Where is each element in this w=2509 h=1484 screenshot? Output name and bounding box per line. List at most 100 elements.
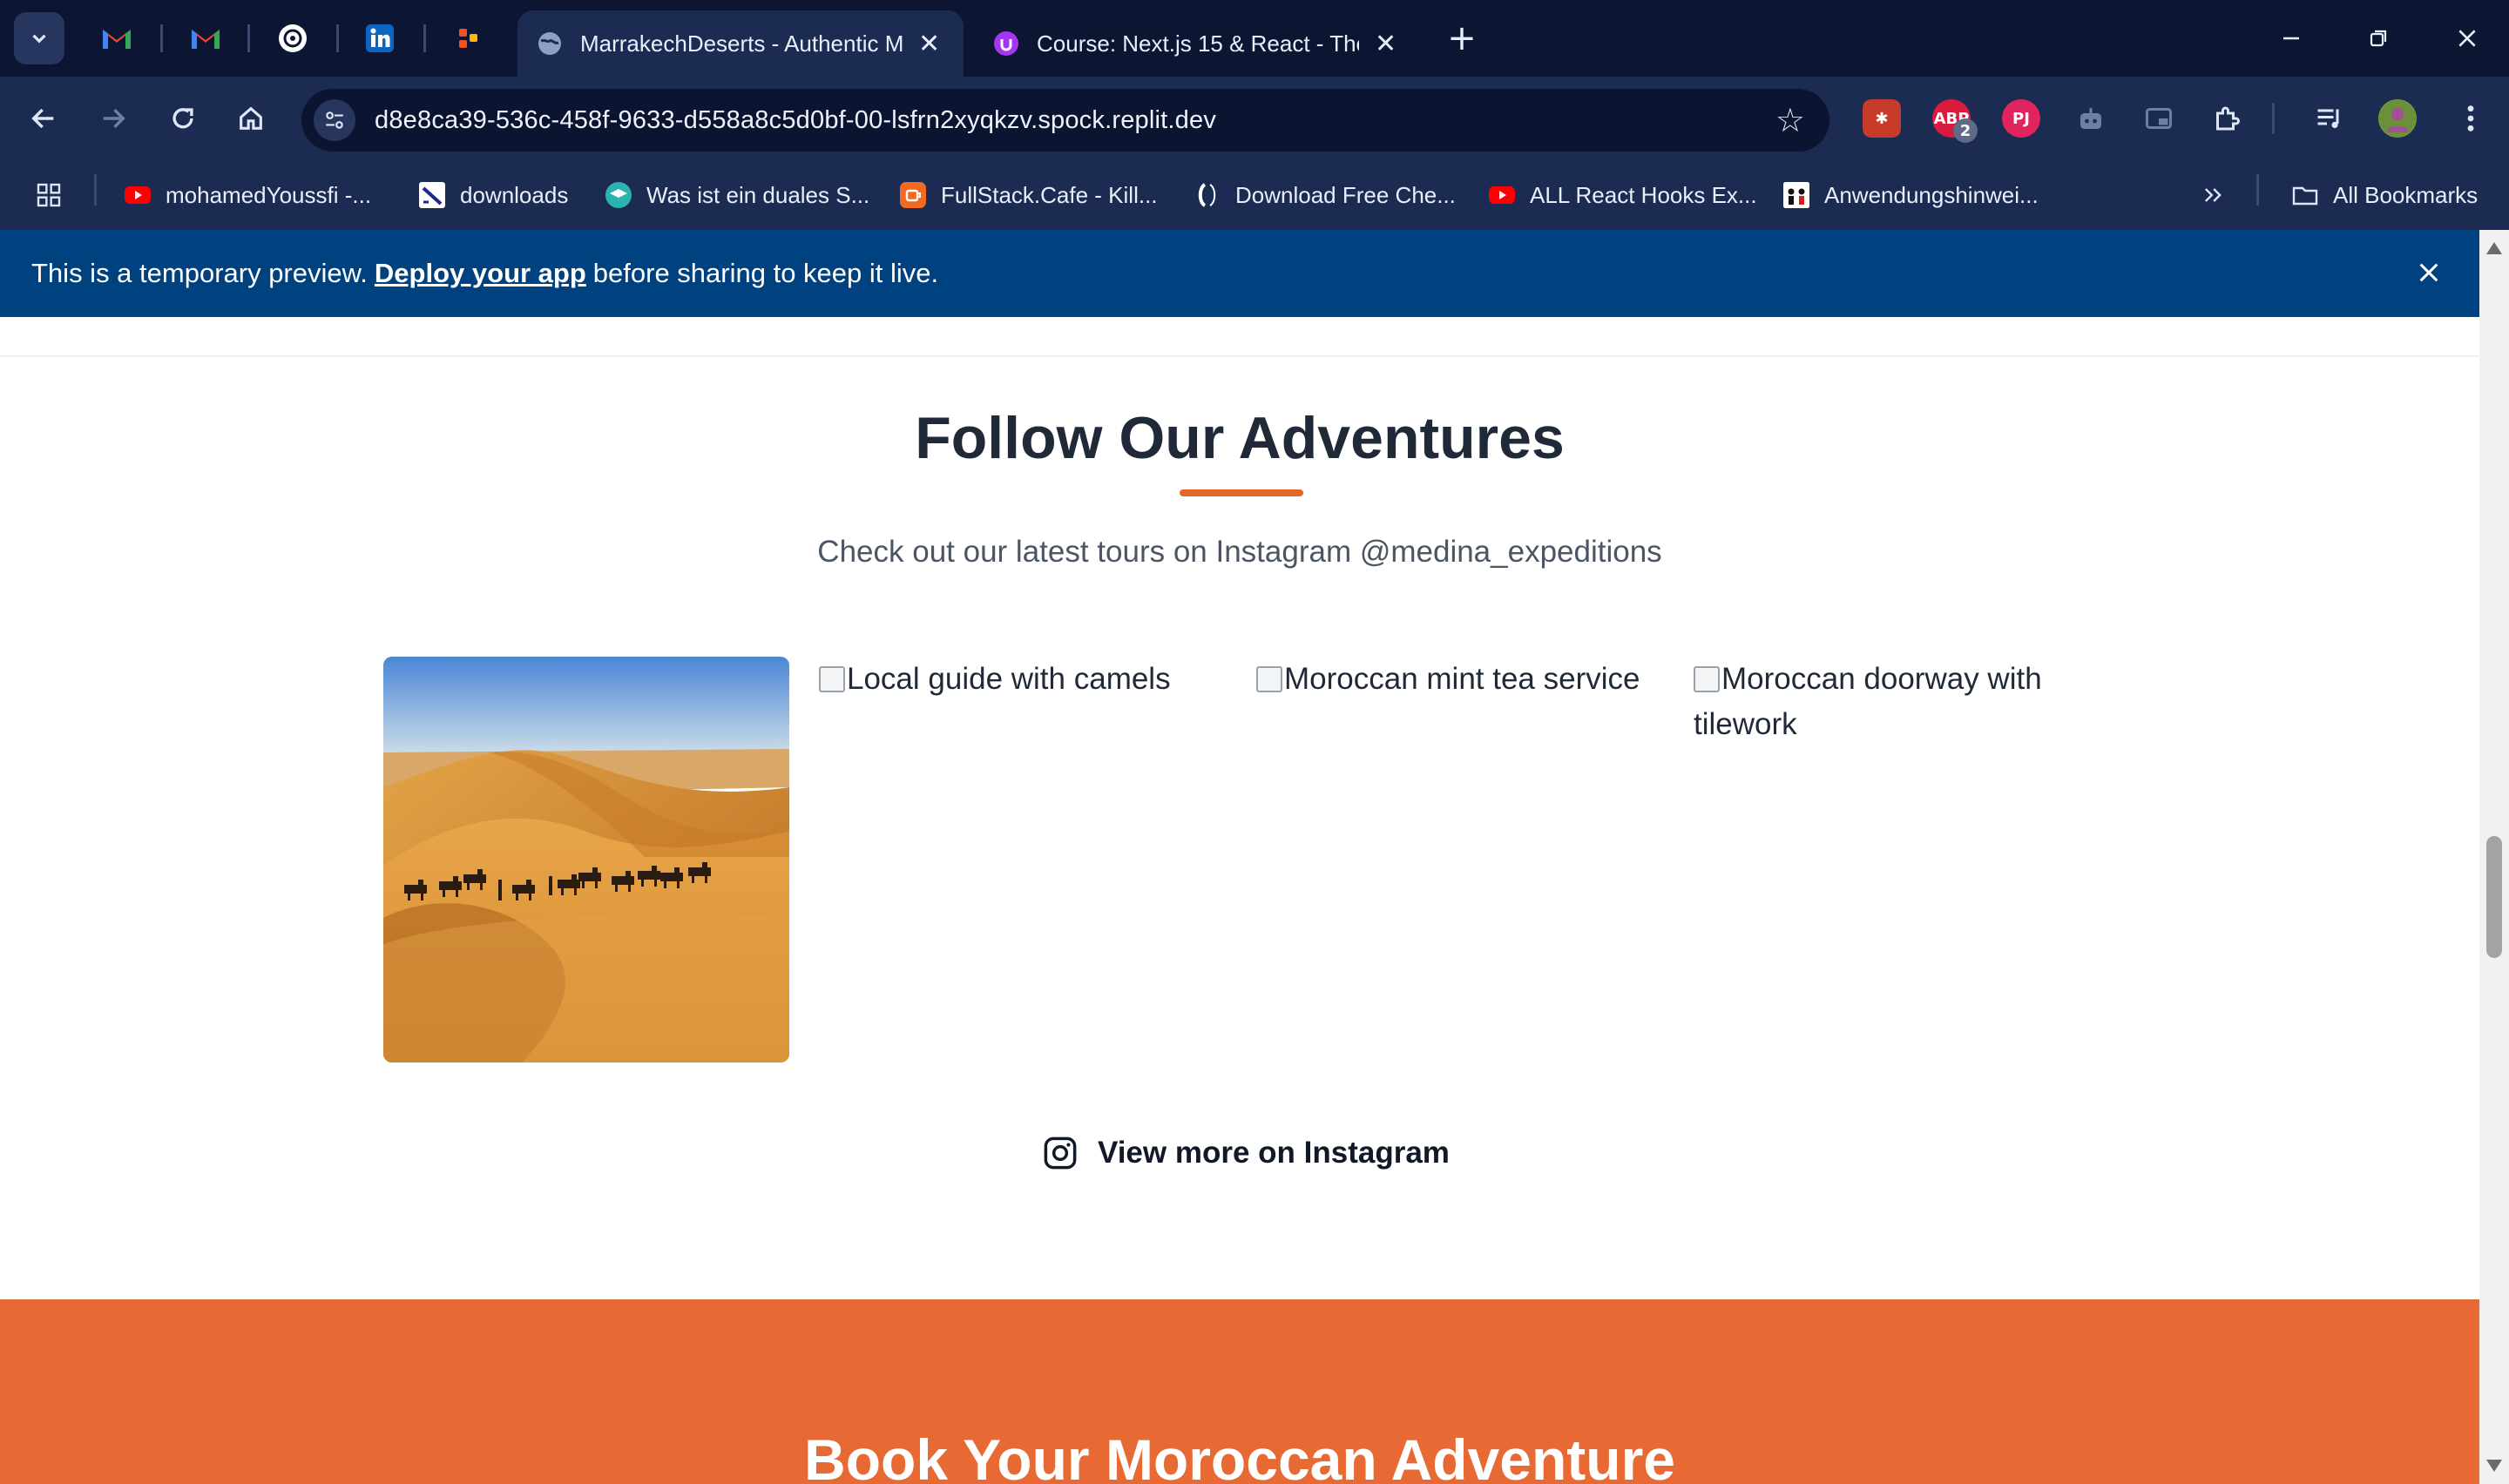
robot-icon [2080,108,2101,129]
scroll-up-arrow-icon[interactable] [2486,242,2502,254]
bookmark-item[interactable]: downloads [418,176,568,214]
section-divider [0,355,2479,357]
preview-banner: This is a temporary preview. Deploy your… [0,230,2479,317]
coffee-icon [900,182,926,208]
browser-toolbar: d8e8ca39-536c-458f-9633-d558a8c5d0bf-00-… [0,77,2509,160]
bookmark-label: downloads [460,181,569,208]
instagram-photo-mint-tea[interactable]: Moroccan mint tea service [1256,657,1662,1062]
linkedin-icon [366,24,394,52]
site-info-button[interactable] [314,99,355,141]
close-window-button[interactable] [2432,12,2502,64]
minimize-icon [2283,37,2299,40]
tab-nextjs-course[interactable]: Course: Next.js 15 & React - The ✕ [974,10,1422,77]
instagram-photo-local-guide[interactable]: Local guide with camels [819,657,1225,1062]
deploy-app-link[interactable]: Deploy your app [375,258,586,289]
pinned-tab-gmail-1[interactable] [94,16,139,61]
pinned-tab-linkedin[interactable] [357,16,402,61]
download-site-icon [419,182,445,208]
graduation-icon [605,182,632,208]
apps-button[interactable] [35,176,63,214]
arrow-left-icon [31,108,54,129]
instagram-photo-doorway[interactable]: Moroccan doorway with tilework [1694,657,2100,1062]
extension-adblock-icon[interactable]: ABP 2 [1932,99,1978,143]
media-controls-icon[interactable] [2310,99,2349,138]
banner-text-before: This is a temporary preview. [31,258,368,288]
broken-image-icon [819,666,845,692]
bookmark-item[interactable]: ALL React Hooks Ex... [1488,176,1757,214]
browser-menu-button[interactable] [2448,96,2493,141]
extension-robot-icon[interactable] [2072,99,2110,138]
close-icon [2419,263,2438,282]
bookmark-item[interactable]: Was ist ein duales S... [605,176,869,214]
tune-icon [326,111,343,129]
chevron-down-icon [32,34,46,44]
address-bar[interactable]: d8e8ca39-536c-458f-9633-d558a8c5d0bf-00-… [301,89,1829,152]
close-tab-icon[interactable]: ✕ [918,29,940,59]
page-scrollbar[interactable] [2479,230,2509,1484]
folder-icon [2292,186,2318,206]
profile-avatar[interactable] [2378,99,2417,138]
view-more-instagram-link[interactable]: View more on Instagram [1042,1127,1450,1179]
back-button[interactable] [21,96,66,141]
gmail-icon [103,30,131,49]
restore-icon [2370,30,2387,47]
gallery-title: Follow Our Adventures [915,405,1565,471]
reload-icon [172,108,193,129]
tab-marrakech[interactable]: MarrakechDeserts - Authentic M ✕ [517,10,964,77]
bookmark-label: FullStack.Cafe - Kill... [941,181,1158,208]
pinned-separator [160,24,163,52]
bookmark-item[interactable]: Download Free Che... [1194,176,1456,214]
restore-button[interactable] [2343,12,2413,64]
instagram-icon [1044,1137,1077,1170]
banner-close-button[interactable] [2417,256,2441,293]
apps-grid-icon [37,183,61,207]
bookmark-item[interactable]: Anwendungshinwei... [1782,176,2039,214]
avatar-icon [2379,100,2416,137]
pinned-tab-gmail-2[interactable] [183,16,228,61]
scroll-down-arrow-icon[interactable] [2486,1460,2502,1472]
udemy-icon [994,31,1018,56]
url-text: d8e8ca39-536c-458f-9633-d558a8c5d0bf-00-… [375,105,1217,134]
desert-camel-caravan-image [383,657,789,1062]
extension-icon[interactable]: ✱ [1863,99,1901,138]
image-alt-text: Local guide with camels [847,662,1171,696]
close-tab-icon[interactable]: ✕ [1375,29,1397,59]
pinned-separator [336,24,339,52]
people-icon [1783,182,1809,208]
title-accent-bar [1180,489,1303,496]
bookmark-star-icon[interactable]: ☆ [1775,101,1805,139]
forward-button[interactable] [91,96,136,141]
scrollbar-thumb[interactable] [2486,836,2502,958]
minimize-button[interactable] [2256,12,2326,64]
extension-badge: 2 [1953,118,1978,143]
new-tab-button[interactable]: + [1441,17,1483,59]
bookmark-item[interactable]: mohamedYoussfi -... [124,176,371,214]
reload-button[interactable] [160,96,206,141]
more-bookmarks-button[interactable] [2201,176,2225,214]
more-vertical-icon [2467,105,2474,132]
pinned-tab-chatgpt[interactable] [270,16,315,61]
extensions-puzzle-icon[interactable] [2208,99,2246,138]
pinned-tab-figma-like[interactable] [446,16,491,61]
instagram-photo-desert-camels[interactable] [383,657,789,1062]
globe-icon [538,32,561,55]
gallery-subtitle: Check out our latest tours on Instagram … [817,535,1662,569]
all-bookmarks-button[interactable]: All Bookmarks [2291,176,2478,214]
pinned-separator [247,24,250,52]
tab-title: MarrakechDeserts - Authentic M [580,30,903,57]
banner-text-after: before sharing to keep it live. [592,258,939,288]
picture-in-picture-icon[interactable] [2140,99,2178,138]
pinned-separator [423,24,426,52]
image-alt-text: Moroccan mint tea service [1284,662,1640,696]
extension-icon[interactable]: PJ [2002,99,2040,138]
gmail-icon [192,30,220,49]
tab-search-button[interactable] [14,12,64,64]
bookmark-label: Was ist ein duales S... [646,181,870,208]
bookmark-label: Download Free Che... [1235,181,1456,208]
browser-chrome: MarrakechDeserts - Authentic M ✕ Course:… [0,0,2509,230]
bookmark-item[interactable]: FullStack.Cafe - Kill... [899,176,1158,214]
youtube-icon [125,186,151,204]
home-icon [240,106,262,130]
bookmark-label: Anwendungshinwei... [1824,181,2039,208]
home-button[interactable] [228,96,274,141]
